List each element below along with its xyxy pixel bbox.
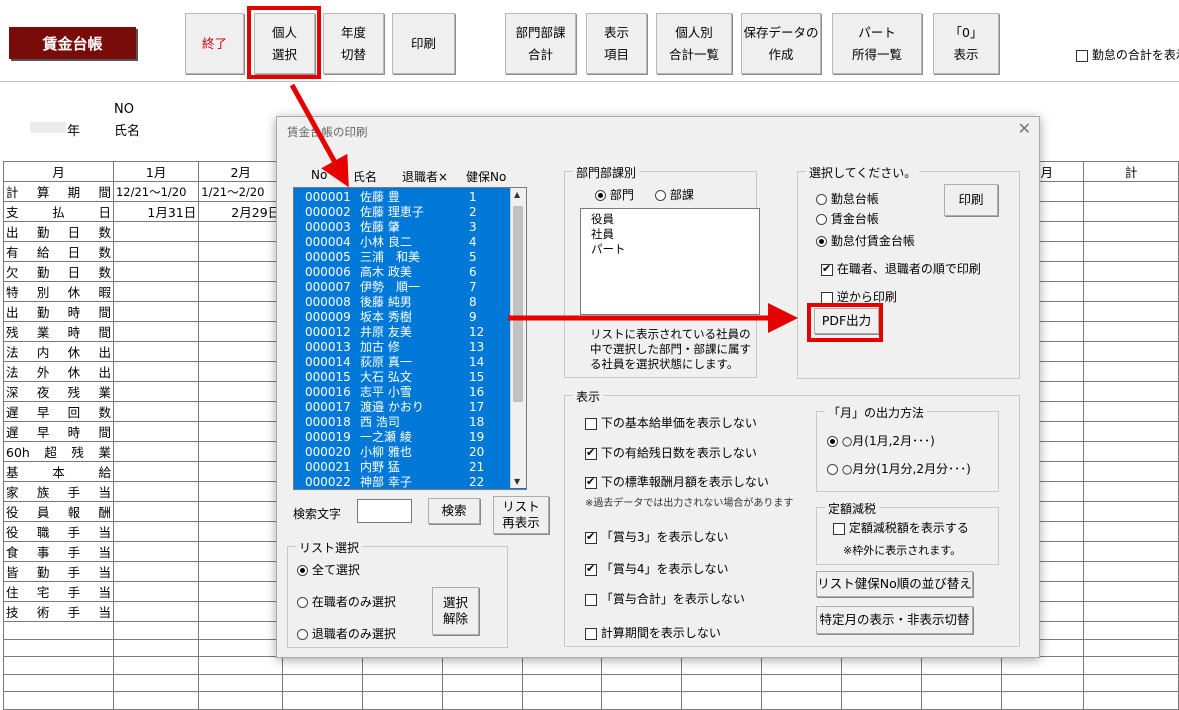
table-cell: [1083, 673, 1179, 693]
table-cell: [3, 691, 114, 710]
table-cell: [521, 691, 603, 710]
table-cell: [361, 673, 443, 693]
table-cell: [1001, 691, 1085, 710]
table-cell: [601, 673, 683, 693]
table-cell: [1001, 673, 1085, 693]
table-cell: [760, 673, 842, 693]
table-cell: [840, 673, 922, 693]
table-cell: [441, 673, 523, 693]
arrow-to-list: [289, 83, 349, 188]
table-cell: [760, 691, 842, 710]
table-cell: [282, 691, 363, 710]
table-cell: [840, 691, 922, 710]
table-cell: [1083, 691, 1179, 710]
table-cell: [601, 691, 683, 710]
table-cell: [920, 691, 1003, 710]
table-cell: [521, 673, 603, 693]
table-cell: [361, 691, 443, 710]
table-cell: [681, 673, 762, 693]
annotation-arrows: [289, 83, 798, 333]
table-cell: [198, 691, 284, 710]
table-row: [3, 673, 1179, 693]
table-cell: [112, 691, 200, 710]
table-cell: [282, 673, 363, 693]
table-cell: [920, 673, 1003, 693]
table-cell: [681, 691, 762, 710]
table-cell: [112, 673, 200, 693]
table-cell: [441, 691, 523, 710]
table-cell: [198, 673, 284, 693]
table-cell: [3, 673, 114, 693]
table-row: [3, 691, 1179, 710]
